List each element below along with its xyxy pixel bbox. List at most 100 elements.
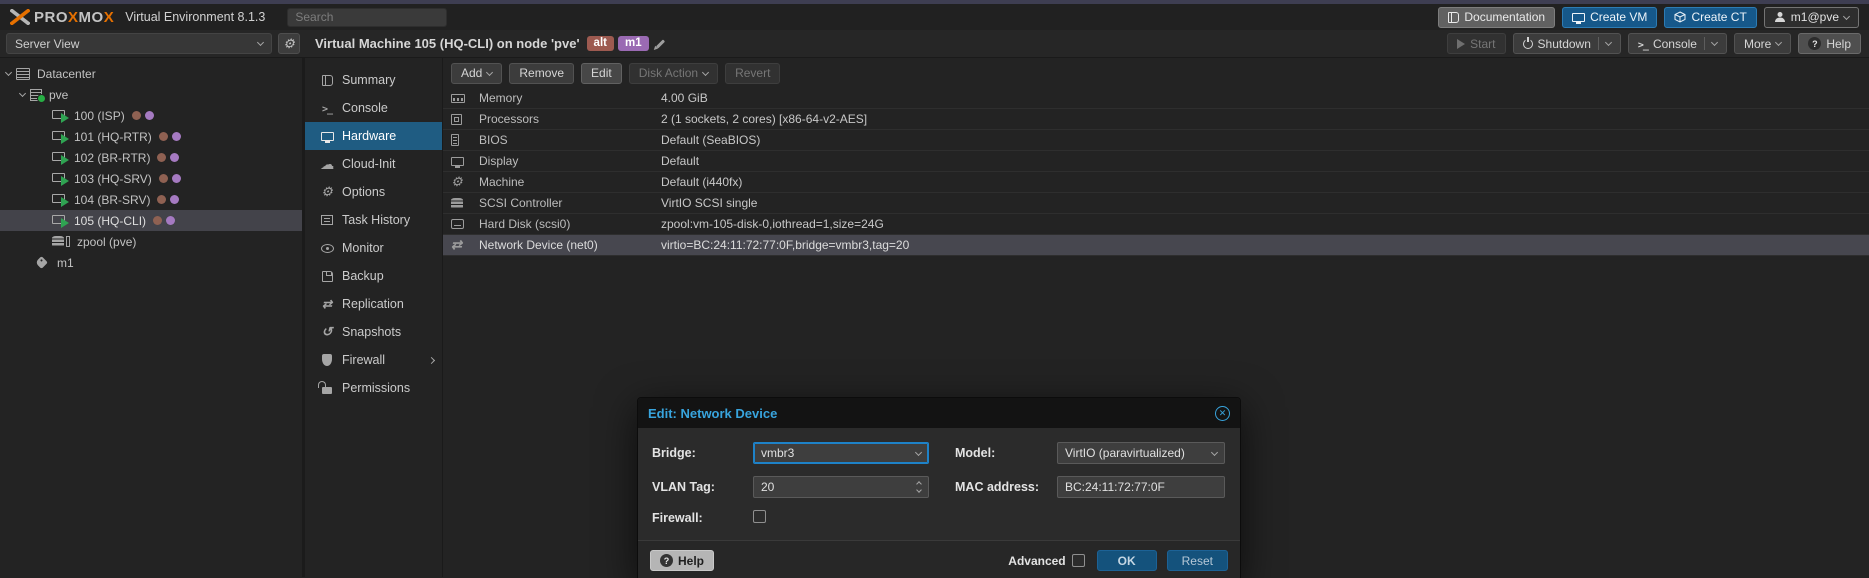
tree-item-pool-m1[interactable]: m1 [0,252,302,273]
tree-item-datacenter[interactable]: Datacenter [0,63,302,84]
hardware-row-display[interactable]: Display Default [443,151,1869,172]
hardware-row-hard-disk[interactable]: Hard Disk (scsi0) zpool:vm-105-disk-0,io… [443,214,1869,235]
cube-icon [1674,11,1686,23]
hardware-row-network-device[interactable]: Network Device (net0) virtio=BC:24:11:72… [443,235,1869,256]
disk-action-button[interactable]: Disk Action [629,63,718,84]
shield-icon [322,354,332,366]
dialog-title: Edit: Network Device [648,406,777,421]
tab-hardware[interactable]: Hardware [305,122,442,150]
tree-item-vm-104[interactable]: 104 (BR-SRV) [0,189,302,210]
tree-item-vm-100[interactable]: 100 (ISP) [0,105,302,126]
dialog-header[interactable]: Edit: Network Device [638,398,1240,428]
edit-network-device-dialog: Edit: Network Device Bridge: vmbr3 Model… [637,397,1241,578]
spinner-arrows[interactable] [917,482,921,492]
hardware-row-memory[interactable]: Memory 4.00 GiB [443,88,1869,109]
chevron-down-icon [486,68,493,75]
power-icon [1523,39,1533,49]
console-button[interactable]: Console [1628,33,1727,54]
bios-chip-icon [451,134,459,146]
tree-item-label: Datacenter [37,67,96,81]
firewall-checkbox[interactable] [753,510,766,523]
tag-dot-m1 [172,174,181,183]
tree-item-pve[interactable]: pve [0,84,302,105]
user-menu-button[interactable]: m1@pve [1764,7,1859,28]
tab-replication[interactable]: Replication [305,290,442,318]
edit-button[interactable]: Edit [581,63,622,84]
tab-cloud-init[interactable]: Cloud-Init [305,150,442,178]
tab-permissions[interactable]: Permissions [305,374,442,402]
chevron-down-icon [1711,39,1718,46]
tab-backup[interactable]: Backup [305,262,442,290]
create-vm-button[interactable]: Create VM [1562,7,1657,28]
tree-item-vm-101[interactable]: 101 (HQ-RTR) [0,126,302,147]
tree-item-storage-zpool[interactable]: zpool (pve) [0,231,302,252]
mac-address-label: MAC address: [955,480,1057,494]
sidebar-settings-button[interactable] [278,33,300,54]
tree-item-label: 103 (HQ-SRV) [74,172,152,186]
close-icon[interactable] [1215,406,1230,421]
advanced-checkbox[interactable] [1072,554,1085,567]
vlan-tag-spinner[interactable]: 20 [753,476,929,498]
vlan-tag-label: VLAN Tag: [652,480,753,494]
tag-dot-m1 [170,153,179,162]
hardware-row-scsi-controller[interactable]: SCSI Controller VirtIO SCSI single [443,193,1869,214]
tag-badge-alt: alt [587,36,614,51]
start-button[interactable]: Start [1447,33,1505,54]
tree-item-vm-105[interactable]: 105 (HQ-CLI) [0,210,302,231]
tab-console[interactable]: Console [305,94,442,122]
row-label: Display [479,154,661,168]
node-online-icon [30,89,42,101]
tab-summary[interactable]: Summary [305,66,442,94]
revert-button[interactable]: Revert [725,63,780,84]
hardware-row-bios[interactable]: BIOS Default (SeaBIOS) [443,130,1869,151]
chevron-down-icon [702,68,709,75]
dialog-help-button[interactable]: ? Help [650,550,714,571]
view-selector[interactable]: Server View [6,33,272,54]
documentation-button[interactable]: Documentation [1438,7,1555,28]
bridge-label: Bridge: [652,446,753,460]
question-icon: ? [660,554,673,567]
vm-nav-menu: Summary Console Hardware Cloud-Init Opti… [305,58,443,577]
row-label: SCSI Controller [479,196,661,210]
row-value: Default (SeaBIOS) [661,133,1869,147]
book-icon [1448,12,1459,23]
terminal-icon [1638,37,1648,51]
memory-icon [451,94,465,103]
dialog-body: Bridge: vmbr3 Model: VirtIO (paravirtual… [638,428,1240,534]
vm-running-icon [52,194,67,206]
create-ct-button[interactable]: Create CT [1664,7,1756,28]
advanced-toggle[interactable]: Advanced [1008,554,1084,568]
edit-tags-pencil-icon[interactable] [655,39,664,48]
remove-button[interactable]: Remove [509,63,574,84]
tab-task-history[interactable]: Task History [305,206,442,234]
mac-address-input[interactable]: BC:24:11:72:77:0F [1057,476,1225,498]
bridge-combobox[interactable]: vmbr3 [753,442,929,464]
tab-monitor[interactable]: Monitor [305,234,442,262]
tab-snapshots[interactable]: Snapshots [305,318,442,346]
vm-running-icon [52,131,67,143]
model-combobox[interactable]: VirtIO (paravirtualized) [1057,442,1225,464]
ok-button[interactable]: OK [1097,550,1157,571]
help-button[interactable]: ? Help [1798,33,1861,54]
gear-icon [321,185,333,199]
tab-options[interactable]: Options [305,178,442,206]
hardware-row-processors[interactable]: Processors 2 (1 sockets, 2 cores) [x86-6… [443,109,1869,130]
scsi-controller-icon [451,198,463,209]
more-button[interactable]: More [1734,33,1791,54]
tag-dot-m1 [170,195,179,204]
tree-item-vm-102[interactable]: 102 (BR-RTR) [0,147,302,168]
floppy-icon [322,271,333,282]
add-button[interactable]: Add [451,63,502,84]
tree-item-vm-103[interactable]: 103 (HQ-SRV) [0,168,302,189]
terminal-icon [322,101,332,115]
brand-text: PROXMOX [34,9,114,26]
row-value: 2 (1 sockets, 2 cores) [x86-64-v2-AES] [661,112,1869,126]
search-input[interactable] [287,8,447,27]
hardware-row-machine[interactable]: Machine Default (i440fx) [443,172,1869,193]
list-icon [321,215,333,225]
tab-firewall[interactable]: Firewall [305,346,442,374]
shutdown-button[interactable]: Shutdown [1513,33,1621,54]
row-label: Processors [479,112,661,126]
reset-button[interactable]: Reset [1167,550,1228,571]
row-value: 4.00 GiB [661,91,1869,105]
